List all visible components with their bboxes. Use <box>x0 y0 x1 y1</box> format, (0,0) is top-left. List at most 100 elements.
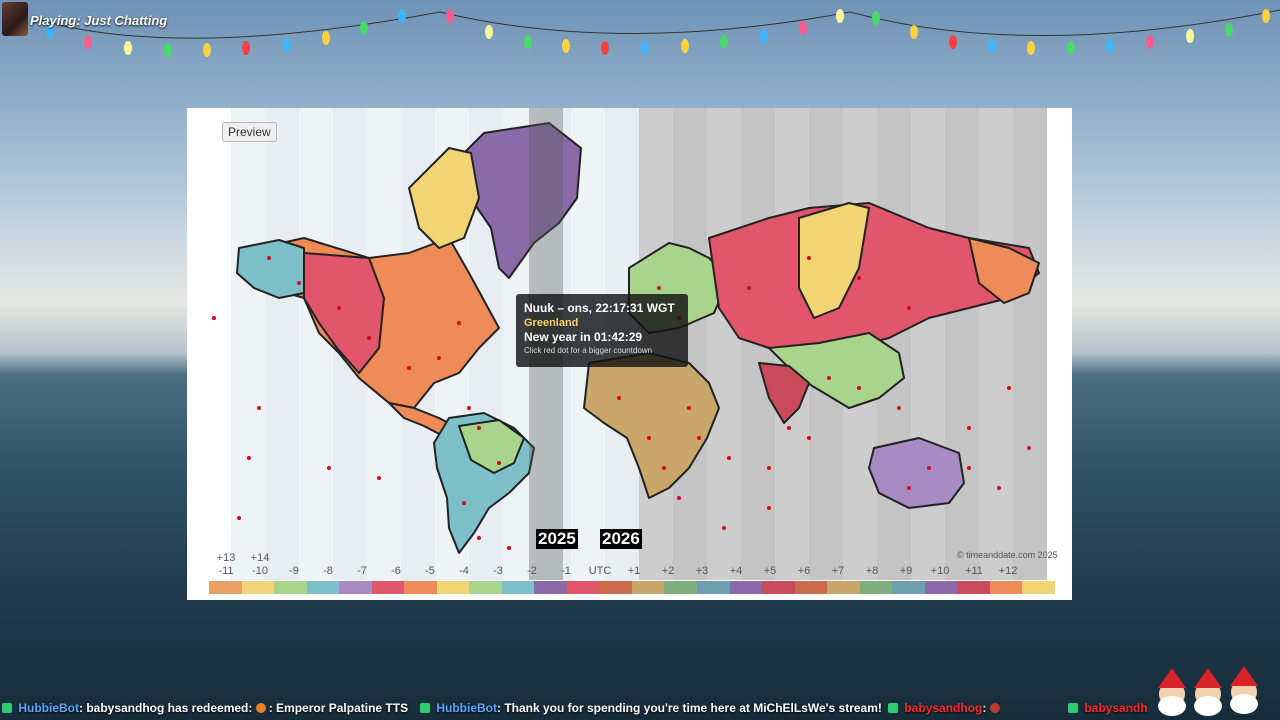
light-bulb <box>836 9 844 23</box>
timezone-label-bottom: -9 <box>289 565 299 577</box>
tooltip-country: Greenland <box>524 317 579 329</box>
light-bulb <box>872 11 880 25</box>
color-strip-segment <box>339 581 372 594</box>
santa-emote-icon <box>989 703 1000 713</box>
light-bulb <box>641 41 649 55</box>
light-bulb <box>601 41 609 55</box>
streamer-avatar <box>2 2 28 36</box>
timezone-label-bottom: +6 <box>797 565 811 577</box>
city-dot <box>617 396 621 400</box>
city-dot <box>967 466 971 470</box>
city-dot <box>807 436 811 440</box>
location-tooltip: Nuuk – ons, 22:17:31 WGT Greenland New y… <box>516 294 688 367</box>
color-strip-segment <box>371 581 405 594</box>
city-dot <box>337 306 341 310</box>
timezone-label-top <box>413 552 447 565</box>
color-strip-segment <box>924 581 958 594</box>
timezone-label-bottom: +5 <box>763 565 777 577</box>
city-dot <box>1027 446 1031 450</box>
holiday-lights-decoration <box>39 9 1280 57</box>
city-dot <box>697 436 701 440</box>
light-bulb <box>681 39 689 53</box>
light-bulb <box>799 21 807 35</box>
color-strip-segment <box>436 581 470 594</box>
light-bulb <box>1186 29 1194 43</box>
city-dot <box>327 466 331 470</box>
timezone-label: +12 <box>991 552 1025 577</box>
tooltip-countdown: New year in 01:42:29 <box>524 330 643 344</box>
badge-icon <box>1068 703 1078 713</box>
city-dot <box>767 506 771 510</box>
timezone-label-top <box>549 552 583 565</box>
chat-username: HubbieBot <box>436 701 497 715</box>
timezone-label-top <box>481 552 515 565</box>
timezone-label: +9 <box>889 552 923 577</box>
timezone-label-top <box>447 552 481 565</box>
timezone-label: +10 <box>923 552 957 577</box>
color-strip-segment <box>469 581 502 594</box>
city-dot <box>767 466 771 470</box>
color-strip-segment <box>729 581 763 594</box>
color-strip-segment <box>892 581 925 594</box>
light-bulb <box>1225 23 1233 37</box>
color-strip-segment <box>241 581 275 594</box>
timezone-label-top <box>311 552 345 565</box>
timezone-label: -8 <box>311 552 345 577</box>
timezone-label-bottom: +8 <box>865 565 879 577</box>
timezone-label-bottom: -3 <box>493 565 503 577</box>
timezone-label: +11 <box>957 552 991 577</box>
timezone-label-bottom: -11 <box>218 565 234 577</box>
city-dot <box>267 256 271 260</box>
light-bulb <box>164 43 172 57</box>
chat-username: HubbieBot <box>18 701 79 715</box>
timezone-label-top: +13 <box>216 552 236 564</box>
light-bulb <box>1067 41 1075 55</box>
timezone-label-bottom: -2 <box>527 565 537 577</box>
city-dot <box>237 516 241 520</box>
timezone-band <box>911 108 945 580</box>
chat-username: babysandhog <box>904 701 983 715</box>
light-bulb <box>360 21 368 35</box>
timezone-label-bottom: +1 <box>627 565 641 577</box>
light-bulb <box>760 29 768 43</box>
chat-message: babysandh <box>1068 701 1148 715</box>
badge-icon <box>420 703 430 713</box>
city-dot <box>967 426 971 430</box>
timezone-color-strip <box>209 581 1055 594</box>
city-dot <box>367 336 371 340</box>
timezone-label: +6 <box>787 552 821 577</box>
city-dot <box>807 256 811 260</box>
timezone-label-bottom: +11 <box>965 565 983 577</box>
color-strip-segment <box>859 581 893 594</box>
tooltip-title: Nuuk – ons, 22:17:31 WGT <box>524 301 675 315</box>
timezone-label-top <box>821 552 855 565</box>
timezone-label: +5 <box>753 552 787 577</box>
color-strip-segment <box>501 581 535 594</box>
city-dot <box>247 456 251 460</box>
chat-text: : <box>982 701 987 715</box>
city-dot <box>687 406 691 410</box>
light-bulb <box>446 9 454 23</box>
timezone-label: +3 <box>685 552 719 577</box>
timezone-label-bottom: -5 <box>425 565 435 577</box>
timezone-label-bottom: -10 <box>252 565 268 577</box>
city-dot <box>727 456 731 460</box>
city-dot <box>647 436 651 440</box>
world-timezone-map: Preview Nuuk – ons, 22:17:31 WGT Greenla… <box>187 108 1072 600</box>
color-strip-segment <box>566 581 600 594</box>
color-strip-segment <box>696 581 730 594</box>
light-bulb <box>283 38 291 52</box>
timezone-band <box>265 108 299 580</box>
light-bulb <box>720 35 728 49</box>
chat-text: : babysandhog has redeemed: <box>79 701 256 715</box>
timezone-label-top <box>957 552 991 565</box>
timezone-band <box>707 108 741 580</box>
light-bulb <box>1262 9 1270 23</box>
preview-button[interactable]: Preview <box>222 122 277 142</box>
color-strip-segment <box>209 581 242 594</box>
timezone-label: +7 <box>821 552 855 577</box>
timezone-label: +13 -11 <box>209 552 243 577</box>
stream-top-overlay: Playing: Just Chatting <box>0 0 1280 70</box>
timezone-label-top: +14 <box>250 552 270 564</box>
timezone-label-top <box>515 552 549 565</box>
